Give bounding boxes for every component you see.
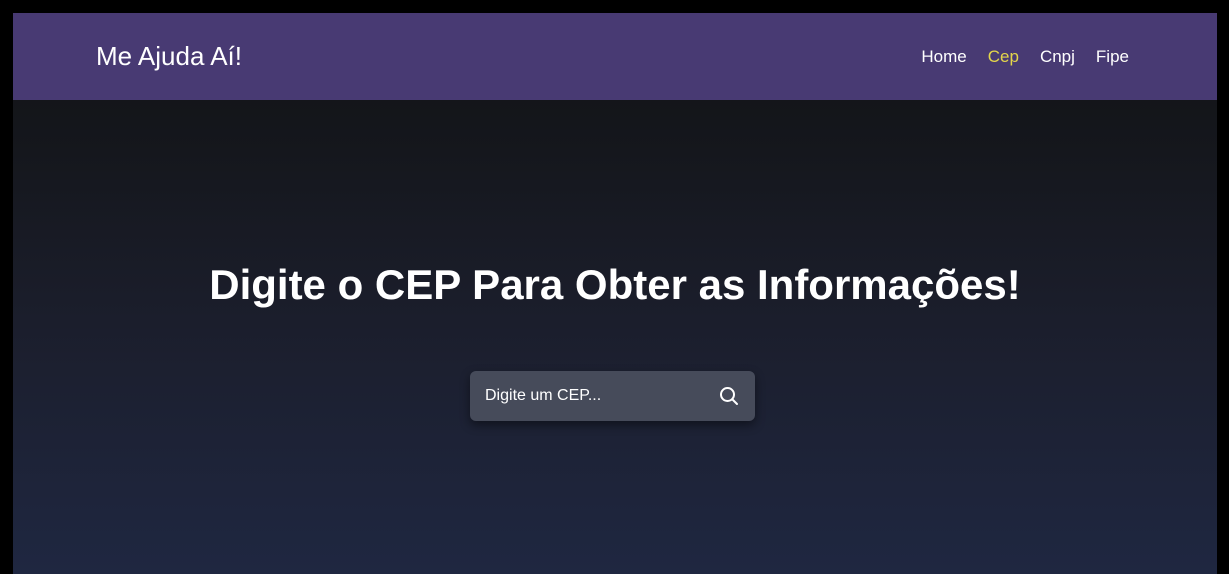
- nav-link-fipe[interactable]: Fipe: [1096, 47, 1129, 67]
- page-title: Digite o CEP Para Obter as Informações!: [209, 261, 1021, 308]
- navbar: Me Ajuda Aí! Home Cep Cnpj Fipe: [13, 13, 1217, 100]
- search-button[interactable]: [717, 384, 741, 408]
- brand-logo[interactable]: Me Ajuda Aí!: [96, 13, 242, 100]
- search-box: [470, 371, 755, 421]
- page-frame: Me Ajuda Aí! Home Cep Cnpj Fipe Digite o…: [13, 13, 1217, 574]
- nav-link-cep[interactable]: Cep: [988, 47, 1019, 67]
- nav-link-home[interactable]: Home: [921, 47, 966, 67]
- search-input[interactable]: [470, 371, 700, 421]
- search-icon: [720, 387, 738, 405]
- nav-link-cnpj[interactable]: Cnpj: [1040, 47, 1075, 67]
- main-nav: Home Cep Cnpj Fipe: [921, 13, 1129, 100]
